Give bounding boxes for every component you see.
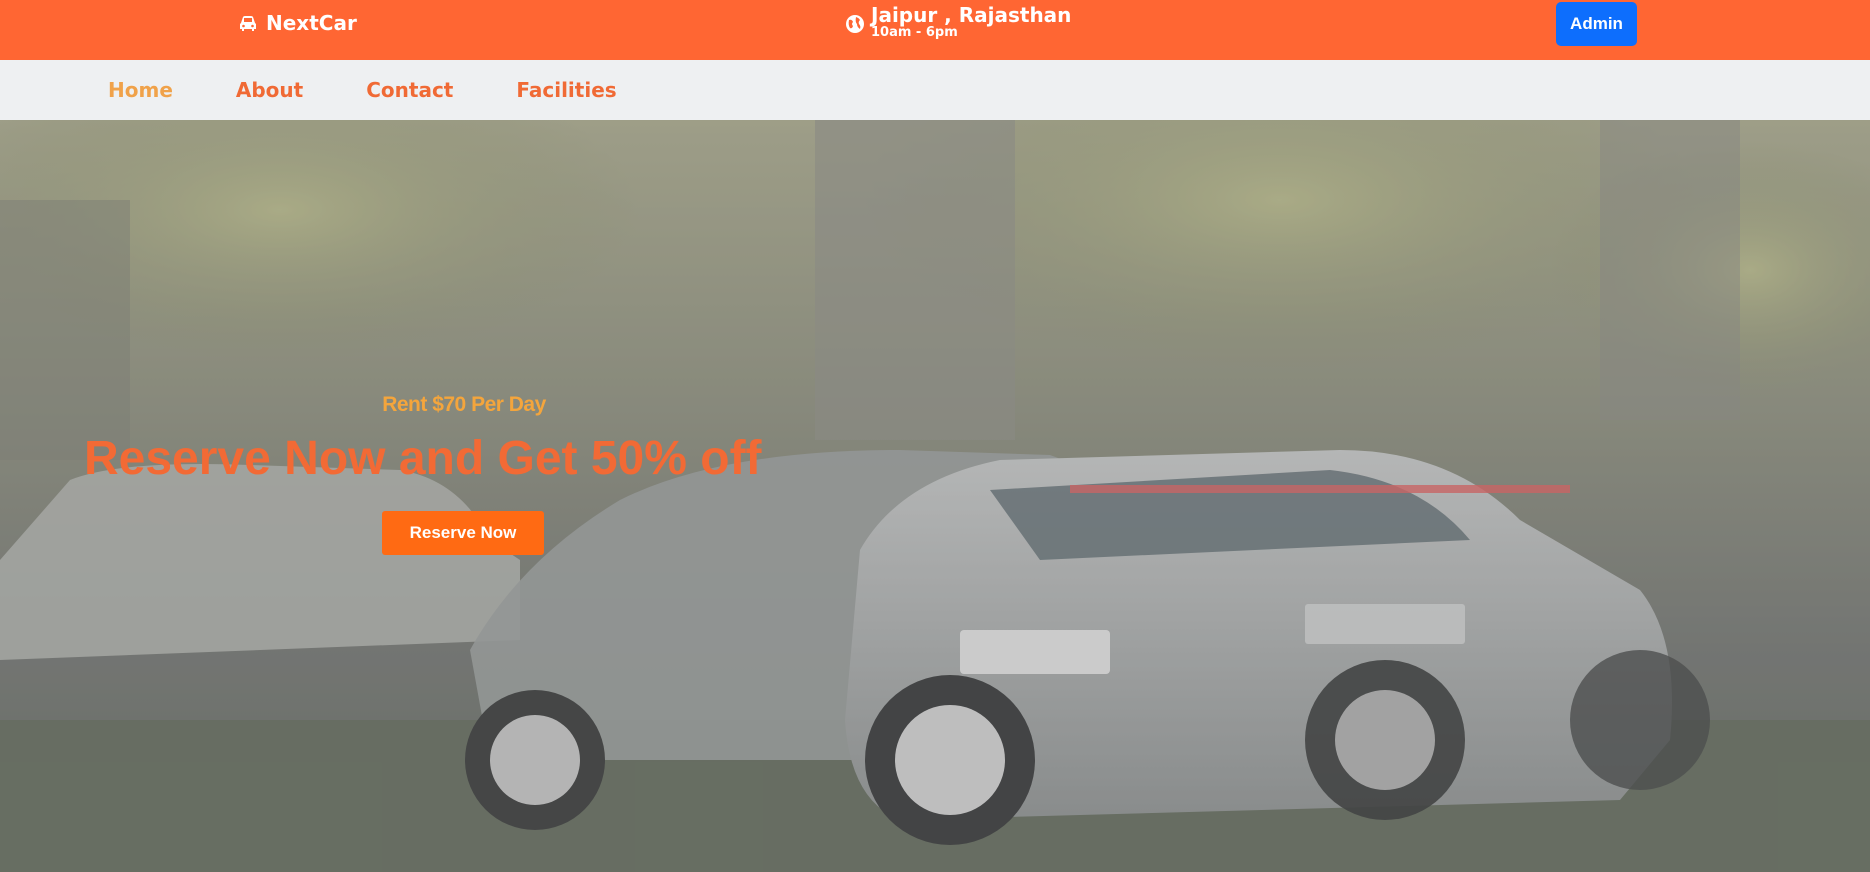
hero-title: Reserve Now and Get 50% off [84,432,762,485]
hero-section: Rent $70 Per Day Reserve Now and Get 50%… [0,120,1870,872]
nav-item-about[interactable]: About [236,78,303,102]
nav-item-contact[interactable]: Contact [366,78,453,102]
nav-item-facilities[interactable]: Facilities [516,78,616,102]
reserve-now-button[interactable]: Reserve Now [382,511,544,555]
globe-icon [846,15,864,33]
top-bar: NextCar Jaipur , Rajasthan 10am - 6pm Ad… [0,0,1870,60]
admin-button[interactable]: Admin [1556,2,1637,46]
car-icon [240,16,256,31]
location-info: Jaipur , Rajasthan 10am - 6pm [845,4,1071,40]
location-city: Jaipur , Rajasthan [871,3,1072,27]
opening-hours: 10am - 6pm [871,25,958,40]
hero-overlay [0,120,1870,872]
main-nav: Home About Contact Facilities [0,60,1870,120]
brand-link[interactable]: NextCar [238,11,357,35]
brand-name: NextCar [266,11,357,35]
hero-subtitle: Rent $70 Per Day [382,393,546,416]
nav-item-home[interactable]: Home [108,78,173,102]
